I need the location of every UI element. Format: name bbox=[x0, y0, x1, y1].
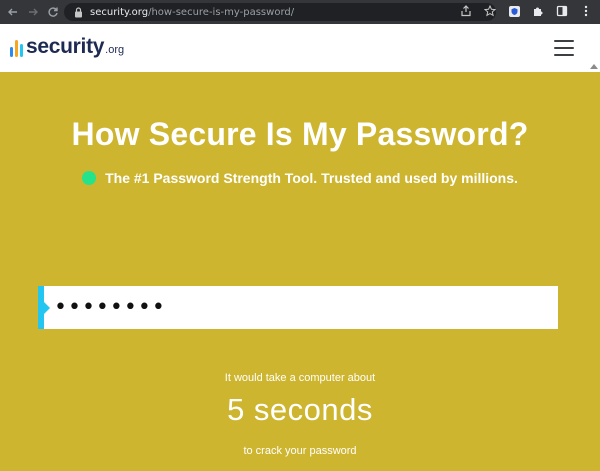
share-icon[interactable] bbox=[458, 3, 474, 19]
tagline-text: The #1 Password Strength Tool. Trusted a… bbox=[105, 170, 518, 186]
side-panel-icon[interactable] bbox=[554, 3, 570, 19]
tagline: The #1 Password Strength Tool. Trusted a… bbox=[0, 170, 600, 186]
browser-toolbar: security.org/how-secure-is-my-password/ bbox=[0, 0, 600, 24]
password-field-container bbox=[38, 286, 558, 329]
scroll-up-arrow-icon[interactable] bbox=[590, 64, 598, 69]
url-path: /how-secure-is-my-password/ bbox=[148, 6, 295, 18]
result-outro: to crack your password bbox=[243, 445, 357, 457]
scrollbar[interactable] bbox=[588, 24, 600, 72]
arrow-right-icon[interactable] bbox=[24, 3, 42, 21]
kebab-menu-icon[interactable] bbox=[578, 3, 594, 19]
caret-right-icon bbox=[44, 302, 50, 314]
logo-text: security bbox=[26, 35, 105, 58]
hamburger-icon[interactable] bbox=[554, 40, 574, 56]
arrow-left-icon[interactable] bbox=[4, 3, 22, 21]
reload-icon[interactable] bbox=[44, 3, 62, 21]
password-input[interactable] bbox=[54, 286, 554, 329]
toolbar-actions bbox=[458, 3, 594, 19]
result-intro: It would take a computer about bbox=[224, 372, 376, 384]
page-title: How Secure Is My Password? bbox=[71, 116, 529, 152]
url-host: security.org bbox=[90, 6, 149, 18]
site-logo[interactable]: security .org bbox=[10, 35, 125, 58]
lock-icon[interactable] bbox=[73, 6, 83, 18]
site-header: security .org bbox=[0, 24, 600, 72]
logo-mark-icon bbox=[10, 37, 23, 57]
crack-time: 5 seconds bbox=[227, 392, 373, 427]
logo-suffix: .org bbox=[105, 44, 125, 56]
shield-icon[interactable] bbox=[506, 3, 522, 19]
puzzle-icon[interactable] bbox=[530, 3, 546, 19]
status-dot-icon bbox=[82, 171, 97, 185]
url-text: security.org/how-secure-is-my-password/ bbox=[90, 7, 294, 18]
star-icon[interactable] bbox=[482, 3, 498, 19]
address-bar[interactable]: security.org/how-secure-is-my-password/ bbox=[64, 3, 496, 21]
